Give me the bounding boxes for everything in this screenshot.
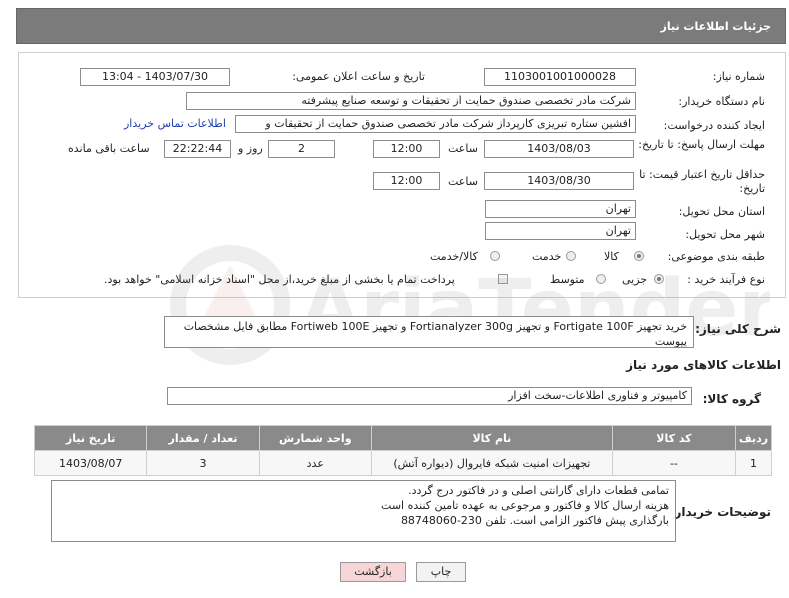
col-unit: واحد شمارش	[258, 425, 372, 451]
buyer-contact-link[interactable]: اطلاعات تماس خریدار	[124, 117, 226, 130]
print-button[interactable]: چاپ	[416, 562, 466, 582]
table-row: 1 -- تجهیزات امنیت شبکه فایروال (دیواره …	[33, 450, 772, 476]
goods-section-title: اطلاعات کالاهای مورد نیاز	[626, 358, 781, 372]
cell-item-name: تجهیزات امنیت شبکه فایروال (دیواره آتش)	[370, 450, 613, 476]
buyer-note-line: بارگذاری پیش فاکتور الزامی است. تلفن 230…	[400, 514, 669, 527]
category-label: طبقه بندی موضوعی:	[667, 250, 765, 263]
category-radio-goods[interactable]	[634, 251, 644, 261]
page-title: جزئیات اطلاعات نیاز	[660, 20, 772, 33]
purchase-radio-medium[interactable]	[596, 274, 606, 284]
col-quantity: تعداد / مقدار	[146, 425, 260, 451]
buyer-notes-label: توضیحات خریدار:	[669, 505, 771, 519]
category-radio-service[interactable]	[566, 251, 576, 261]
treasury-payment-note: پرداخت تمام یا بخشی از مبلغ خرید،از محل …	[104, 273, 455, 286]
province-label: استان محل تحویل:	[678, 205, 765, 218]
goods-group-field: کامپیوتر و فناوری اطلاعات-سخت افزار	[167, 387, 692, 405]
purchase-option-medium: متوسط	[550, 273, 585, 286]
city-field: تهران	[485, 222, 636, 240]
buyer-notes-textarea[interactable]: تمامی قطعات دارای گارانتی اصلی و در فاکت…	[51, 480, 676, 542]
buyer-note-line: هزینه ارسال کالا و فاکتور و مرجوعی به عه…	[381, 499, 669, 512]
price-validity-time-field: 12:00	[373, 172, 440, 190]
price-validity-date-field: 1403/08/30	[484, 172, 634, 190]
page-header: جزئیات اطلاعات نیاز	[16, 8, 786, 44]
description-textarea[interactable]: خرید تجهیز Fortigate 100F و تجهیز Fortia…	[164, 316, 694, 348]
days-remaining-field: 2	[268, 140, 335, 158]
category-radio-goods-service[interactable]	[490, 251, 500, 261]
purchase-radio-minor[interactable]	[654, 274, 664, 284]
deadline-time-field: 12:00	[373, 140, 440, 158]
province-field: تهران	[485, 200, 636, 218]
buyer-org-label: نام دستگاه خریدار:	[678, 95, 765, 108]
goods-group-label: گروه کالا:	[702, 392, 761, 406]
buyer-org-field: شرکت مادر تخصصی صندوق حمایت از تحقیقات و…	[186, 92, 636, 110]
need-number-label: شماره نیاز:	[712, 70, 765, 83]
cell-item-code: --	[611, 450, 737, 476]
goods-table: ردیف کد کالا نام کالا واحد شمارش تعداد /…	[33, 425, 772, 476]
price-validity-label: حداقل تاریخ اعتبار قیمت: تا تاریخ:	[639, 168, 765, 195]
treasury-payment-checkbox[interactable]	[498, 274, 508, 284]
city-label: شهر محل تحویل:	[685, 228, 765, 241]
category-option-goods-service: کالا/خدمت	[430, 250, 478, 263]
remaining-time-label: ساعت باقی مانده	[68, 142, 150, 155]
back-button[interactable]: بازگشت	[340, 562, 406, 582]
deadline-date-field: 1403/08/03	[484, 140, 634, 158]
price-validity-time-label: ساعت	[448, 175, 478, 188]
purchase-option-minor: جزیی	[622, 273, 648, 286]
description-label: شرح کلی نیاز:	[695, 322, 781, 336]
col-item-name: نام کالا	[370, 425, 613, 451]
announce-date-field: 1403/07/30 - 13:04	[80, 68, 230, 86]
category-option-service: خدمت	[532, 250, 562, 263]
deadline-label: مهلت ارسال پاسخ: تا تاریخ:	[638, 138, 765, 151]
col-item-code: کد کالا	[611, 425, 737, 451]
remaining-time-field: 22:22:44	[164, 140, 231, 158]
buyer-note-line: تمامی قطعات دارای گارانتی اصلی و در فاکت…	[408, 484, 669, 497]
announce-date-label: تاریخ و ساعت اعلان عمومی:	[292, 70, 425, 83]
cell-quantity: 3	[146, 450, 260, 476]
days-label: روز و	[238, 142, 263, 155]
cell-row-number: 1	[735, 450, 772, 476]
goods-table-header-row: ردیف کد کالا نام کالا واحد شمارش تعداد /…	[33, 425, 772, 451]
purchase-type-label: نوع فرآیند خرید :	[687, 273, 765, 286]
cell-need-date: 1403/08/07	[33, 450, 148, 476]
category-option-goods: کالا	[604, 250, 619, 263]
col-row-number: ردیف	[735, 425, 772, 451]
col-need-date: تاریخ نیاز	[33, 425, 148, 451]
creator-field: افشین ستاره تبریزی کارپرداز شرکت مادر تخ…	[235, 115, 636, 133]
cell-unit: عدد	[258, 450, 372, 476]
need-number-field: 1103001001000028	[484, 68, 636, 86]
creator-label: ایجاد کننده درخواست:	[663, 119, 765, 132]
deadline-time-label: ساعت	[448, 142, 478, 155]
